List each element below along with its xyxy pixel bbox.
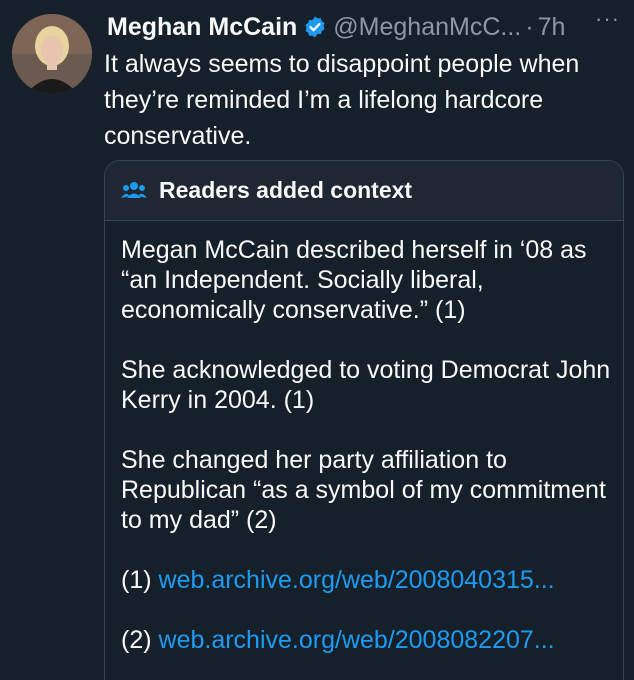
author-name[interactable]: Meghan McCain (107, 13, 297, 42)
note-paragraph: Megan McCain described herself in ‘08 as… (121, 236, 587, 324)
verified-badge-icon (303, 15, 327, 39)
tweet: Meghan McCain @MeghanMcC... · 7h ··· It … (0, 0, 634, 680)
community-note-title: Readers added context (159, 177, 413, 203)
community-note-body: Megan McCain described herself in ‘08 as… (105, 221, 623, 655)
reference-label: (1) (121, 566, 152, 594)
reference-label: (2) (121, 626, 152, 654)
separator-dot: · (525, 12, 534, 41)
more-options-icon[interactable]: ··· (595, 6, 620, 32)
community-note: Readers added context Megan McCain descr… (104, 160, 624, 680)
tweet-header: Meghan McCain @MeghanMcC... · 7h (107, 10, 627, 44)
note-paragraph: She changed her party affiliation to Rep… (121, 446, 606, 534)
tweet-timestamp[interactable]: 7h (538, 13, 566, 42)
people-icon (121, 178, 147, 204)
reference-link[interactable]: web.archive.org/web/2008082207... (159, 626, 555, 654)
tweet-text: It always seems to disappoint people whe… (104, 50, 580, 150)
note-reference: (2) web.archive.org/web/2008082207... (121, 625, 611, 655)
community-note-header: Readers added context (105, 161, 623, 221)
note-reference: (1) web.archive.org/web/2008040315... (121, 565, 611, 595)
note-paragraph: She acknowledged to voting Democrat John… (121, 356, 611, 414)
avatar[interactable] (12, 14, 92, 94)
reference-link[interactable]: web.archive.org/web/2008040315... (159, 566, 555, 594)
author-handle[interactable]: @MeghanMcC... (333, 13, 521, 42)
